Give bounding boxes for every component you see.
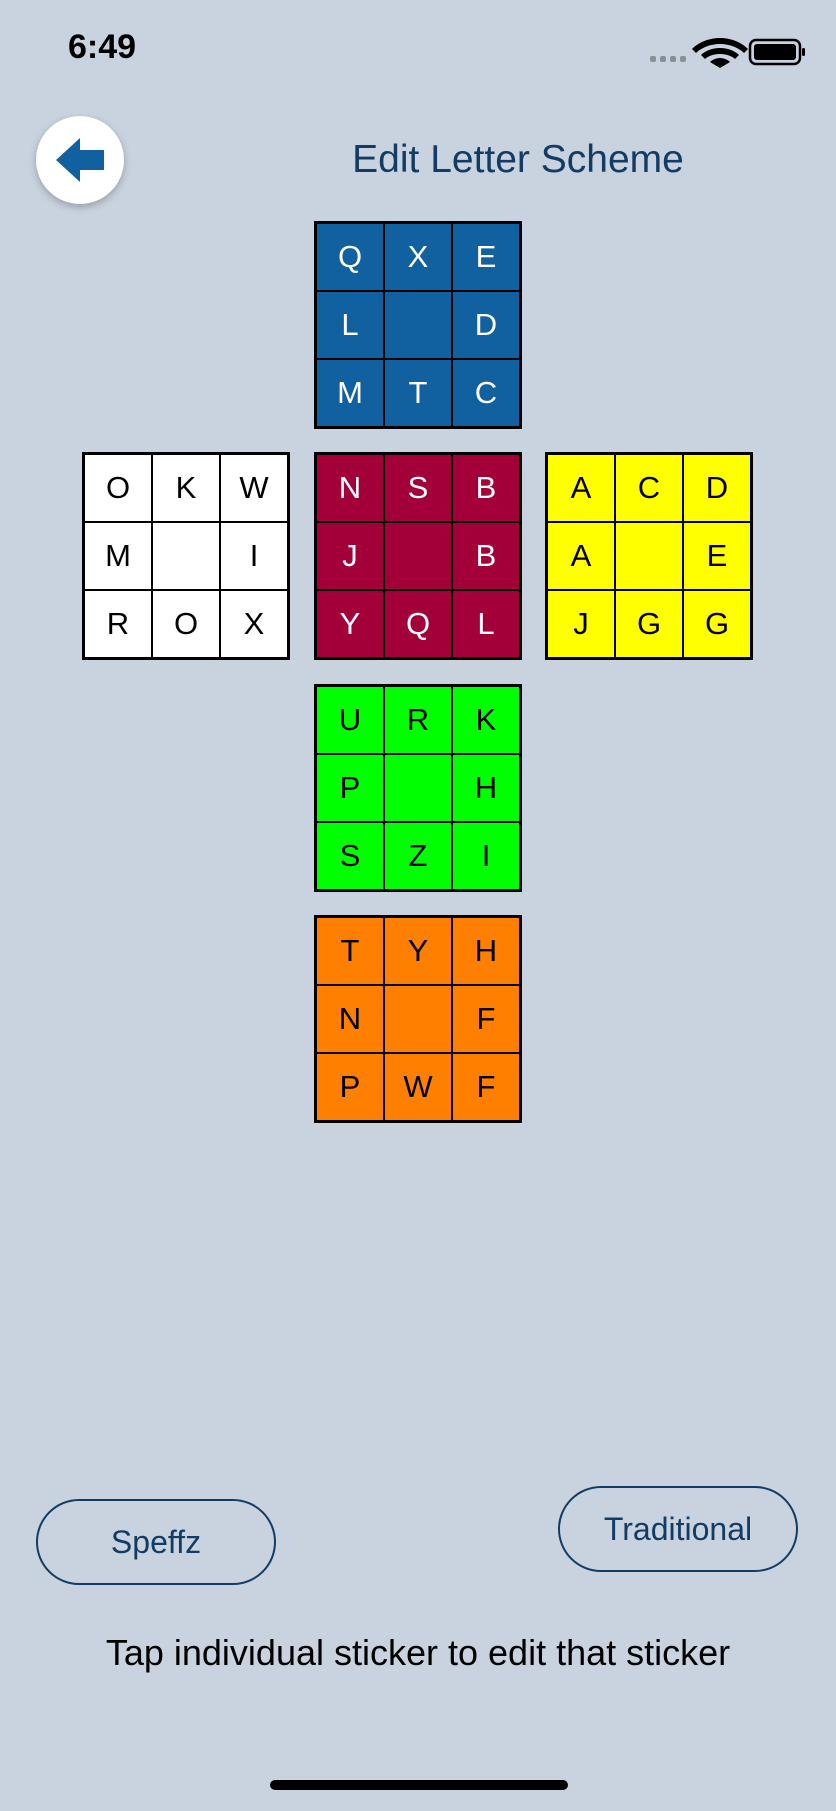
sticker-left-8[interactable]: X — [220, 590, 288, 658]
sticker-front-2[interactable]: B — [452, 454, 520, 522]
wifi-icon — [692, 38, 748, 68]
sticker-back-6[interactable]: P — [316, 1053, 384, 1121]
sticker-right-4[interactable] — [615, 522, 683, 590]
sticker-back-7[interactable]: W — [384, 1053, 452, 1121]
sticker-right-3[interactable]: A — [547, 522, 615, 590]
face-front: NSBJBYQL — [314, 452, 522, 660]
sticker-left-5[interactable]: I — [220, 522, 288, 590]
sticker-up-2[interactable]: E — [452, 223, 520, 291]
sticker-left-2[interactable]: W — [220, 454, 288, 522]
home-indicator — [270, 1780, 568, 1790]
sticker-up-8[interactable]: C — [452, 359, 520, 427]
face-back: TYHNFPWF — [314, 915, 522, 1123]
sticker-up-3[interactable]: L — [316, 291, 384, 359]
back-button[interactable] — [36, 116, 124, 204]
sticker-up-4[interactable] — [384, 291, 452, 359]
face-left: OKWMIROX — [82, 452, 290, 660]
sticker-back-1[interactable]: Y — [384, 917, 452, 985]
hint-text: Tap individual sticker to edit that stic… — [105, 1632, 731, 1673]
face-right: ACDAEJGG — [545, 452, 753, 660]
sticker-back-3[interactable]: N — [316, 985, 384, 1053]
traditional-button[interactable]: Traditional — [558, 1486, 798, 1572]
sticker-front-8[interactable]: L — [452, 590, 520, 658]
sticker-down-0[interactable]: U — [316, 686, 384, 754]
sticker-up-6[interactable]: M — [316, 359, 384, 427]
sticker-left-0[interactable]: O — [84, 454, 152, 522]
sticker-left-7[interactable]: O — [152, 590, 220, 658]
face-down: URKPHSZI — [314, 684, 522, 892]
sticker-up-0[interactable]: Q — [316, 223, 384, 291]
sticker-down-6[interactable]: S — [316, 822, 384, 890]
sticker-front-0[interactable]: N — [316, 454, 384, 522]
sticker-front-7[interactable]: Q — [384, 590, 452, 658]
sticker-right-7[interactable]: G — [615, 590, 683, 658]
sticker-front-6[interactable]: Y — [316, 590, 384, 658]
battery-icon — [748, 38, 805, 66]
sticker-left-3[interactable]: M — [84, 522, 152, 590]
sticker-down-2[interactable]: K — [452, 686, 520, 754]
sticker-down-4[interactable] — [384, 754, 452, 822]
sticker-right-6[interactable]: J — [547, 590, 615, 658]
sticker-down-8[interactable]: I — [452, 822, 520, 890]
sticker-front-1[interactable]: S — [384, 454, 452, 522]
speffz-button[interactable]: Speffz — [36, 1499, 276, 1585]
signal-icon — [650, 56, 686, 62]
status-time: 6:49 — [68, 28, 137, 66]
sticker-back-8[interactable]: F — [452, 1053, 520, 1121]
status-icons — [650, 38, 805, 68]
sticker-up-7[interactable]: T — [384, 359, 452, 427]
sticker-back-5[interactable]: F — [452, 985, 520, 1053]
sticker-right-5[interactable]: E — [683, 522, 751, 590]
sticker-down-3[interactable]: P — [316, 754, 384, 822]
sticker-right-1[interactable]: C — [615, 454, 683, 522]
sticker-right-2[interactable]: D — [683, 454, 751, 522]
sticker-back-0[interactable]: T — [316, 917, 384, 985]
page-title: Edit Letter Scheme — [352, 138, 684, 181]
sticker-left-4[interactable] — [152, 522, 220, 590]
sticker-back-4[interactable] — [384, 985, 452, 1053]
sticker-back-2[interactable]: H — [452, 917, 520, 985]
back-arrow-icon — [56, 138, 104, 182]
sticker-right-8[interactable]: G — [683, 590, 751, 658]
face-up: QXELDMTC — [314, 221, 522, 429]
sticker-left-1[interactable]: K — [152, 454, 220, 522]
sticker-down-1[interactable]: R — [384, 686, 452, 754]
sticker-up-1[interactable]: X — [384, 223, 452, 291]
sticker-left-6[interactable]: R — [84, 590, 152, 658]
sticker-front-4[interactable] — [384, 522, 452, 590]
sticker-front-3[interactable]: J — [316, 522, 384, 590]
sticker-up-5[interactable]: D — [452, 291, 520, 359]
sticker-front-5[interactable]: B — [452, 522, 520, 590]
sticker-down-5[interactable]: H — [452, 754, 520, 822]
sticker-right-0[interactable]: A — [547, 454, 615, 522]
sticker-down-7[interactable]: Z — [384, 822, 452, 890]
